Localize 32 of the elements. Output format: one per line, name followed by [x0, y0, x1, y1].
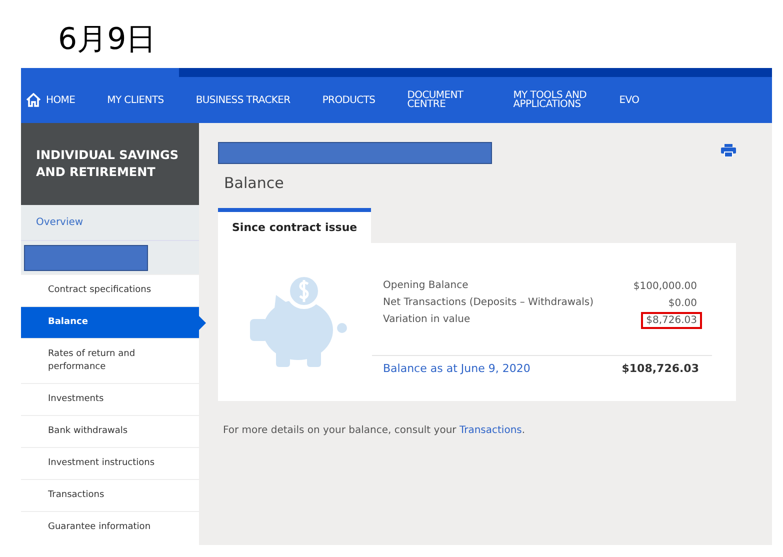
page-heading: Balance	[223, 173, 285, 194]
footer-text: For more details on your balance, consult your Transactions.	[223, 425, 526, 436]
nav-link[interactable]: DOCUMENT CENTRE	[391, 91, 498, 109]
home-nav-link[interactable]: HOME	[26, 93, 92, 107]
transactions-link[interactable]: Transactions	[459, 425, 522, 436]
print-icon[interactable]	[721, 144, 736, 157]
row-value: $0.00	[667, 296, 698, 310]
sidebar-item[interactable]: Bank withdrawals	[21, 415, 199, 447]
sidebar-item[interactable]: Rates of return and performance	[21, 338, 199, 383]
nav-link[interactable]: MY CLIENTS	[91, 96, 180, 104]
row-label: Variation in value	[383, 312, 470, 326]
total-label: Balance as at June 9, 2020	[383, 362, 530, 374]
sidebar-item[interactable]: Guarantee information	[21, 511, 199, 543]
row-value: $8,726.03	[641, 312, 702, 328]
nav-link[interactable]: PRODUCTS	[306, 96, 392, 104]
page-title: 6月9日	[57, 21, 158, 59]
row-label: Net Transactions (Deposits – Withdrawals)	[383, 296, 594, 310]
nav-link[interactable]: MY TOOLS AND APPLICATIONS	[497, 91, 604, 109]
sidebar-item[interactable]: Investments	[21, 383, 199, 415]
sidebar-item[interactable]: Transactions	[21, 479, 199, 511]
total-value: $108,726.03	[622, 362, 699, 374]
sidebar-title: INDIVIDUAL SAVINGS AND RETIREMENT	[21, 123, 199, 205]
selection-pointer	[199, 316, 206, 330]
overview-link[interactable]: Overview	[21, 205, 199, 241]
tab[interactable]: Since contract issue	[218, 208, 372, 243]
row-label: Opening Balance	[383, 278, 468, 292]
row-value: $100,000.00	[632, 280, 698, 294]
home-icon	[26, 93, 41, 107]
piggy-bank-icon	[250, 275, 350, 369]
sidebar-item[interactable]: Investment instructions	[21, 447, 199, 479]
nav-link[interactable]: BUSINESS TRACKER	[180, 96, 306, 104]
nav-link[interactable]: EVO	[603, 96, 656, 104]
